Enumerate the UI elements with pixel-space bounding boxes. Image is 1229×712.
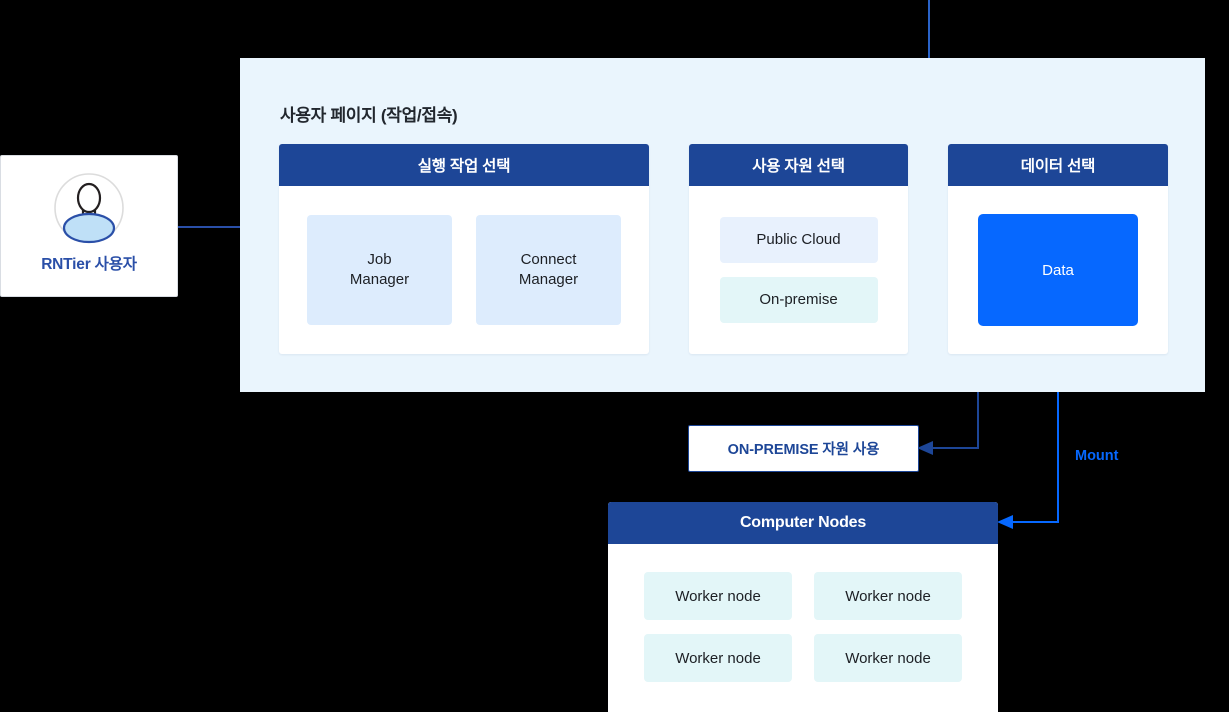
card-resource-selection-header: 사용 자원 선택 <box>689 144 908 186</box>
worker-node-item[interactable]: Worker node <box>814 572 962 620</box>
card-job-selection-header: 실행 작업 선택 <box>279 144 649 186</box>
card-data-selection-body: Data <box>948 186 1168 354</box>
worker-node-item[interactable]: Worker node <box>644 634 792 682</box>
tile-connect-manager-line1: Connect <box>520 250 577 268</box>
tile-job-manager-line2: Manager <box>349 271 410 288</box>
card-job-selection-body: Job Manager Connect Manager <box>279 186 649 354</box>
computer-nodes-card: Computer Nodes Worker node Worker node W… <box>608 502 998 712</box>
tile-data[interactable]: Data <box>978 214 1138 326</box>
tile-public-cloud[interactable]: Public Cloud <box>719 217 878 263</box>
on-premise-usage-callout: ON-PREMISE 자원 사용 <box>688 425 919 472</box>
wire-onpremise-arrowhead <box>917 441 933 455</box>
card-resource-selection-body: Public Cloud On-premise <box>689 186 908 354</box>
card-job-selection: 실행 작업 선택 Job Manager Connect Manager <box>279 144 649 354</box>
tile-job-manager[interactable]: Job Manager <box>307 215 452 325</box>
user-avatar-icon <box>54 173 124 244</box>
computer-nodes-header: Computer Nodes <box>608 502 998 544</box>
tile-connect-manager[interactable]: Connect Manager <box>476 215 621 325</box>
user-card[interactable]: RNTier 사용자 <box>0 155 178 297</box>
tile-on-premise[interactable]: On-premise <box>719 277 878 323</box>
worker-node-item[interactable]: Worker node <box>644 572 792 620</box>
mount-label: Mount <box>1075 448 1119 464</box>
page-title: 사용자 페이지 (작업/접속) <box>280 106 458 125</box>
card-data-selection: 데이터 선택 Data <box>948 144 1168 354</box>
tile-connect-manager-line2: Manager <box>518 271 579 288</box>
card-resource-selection: 사용 자원 선택 Public Cloud On-premise <box>689 144 908 354</box>
card-data-selection-header: 데이터 선택 <box>948 144 1168 186</box>
wire-onpremise <box>930 392 979 449</box>
worker-node-item[interactable]: Worker node <box>814 634 962 682</box>
tile-job-manager-line1: Job <box>367 250 392 268</box>
wire-mount-arrowhead <box>997 515 1013 529</box>
worker-node-grid: Worker node Worker node Worker node Work… <box>608 544 998 682</box>
user-label: RNTier 사용자 <box>41 256 137 273</box>
